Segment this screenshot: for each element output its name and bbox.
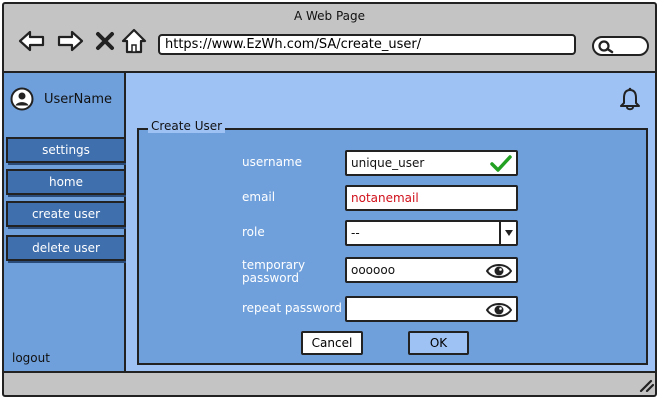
sidebar-item-home[interactable]: home xyxy=(6,169,126,195)
home-icon[interactable] xyxy=(119,26,149,56)
form-legend: Create User xyxy=(148,119,226,133)
eye-icon[interactable] xyxy=(486,262,512,280)
cancel-button[interactable]: Cancel xyxy=(301,331,363,355)
temporary-password-input[interactable]: oooooo xyxy=(345,257,518,283)
ok-button[interactable]: OK xyxy=(408,331,469,355)
chevron-down-icon[interactable] xyxy=(499,222,516,244)
temporary-password-label-line2: password xyxy=(242,271,299,285)
role-select[interactable]: -- xyxy=(345,220,518,246)
create-user-form: Create User username unique_user email n… xyxy=(137,119,648,365)
role-label: role xyxy=(242,225,265,239)
logout-link[interactable]: logout xyxy=(12,351,50,365)
main-content: Create User username unique_user email n… xyxy=(126,71,657,373)
back-arrow-icon[interactable] xyxy=(17,26,47,56)
sidebar: UserName settings home create user delet… xyxy=(2,71,126,373)
user-name: UserName xyxy=(44,91,112,107)
eye-icon[interactable] xyxy=(486,301,512,319)
repeat-password-label: repeat password xyxy=(242,301,342,315)
sidebar-item-delete-user[interactable]: delete user xyxy=(6,235,126,261)
user-avatar-icon xyxy=(10,87,34,111)
window-title: A Web Page xyxy=(293,9,366,23)
bell-icon[interactable] xyxy=(619,87,641,115)
search-box[interactable] xyxy=(592,36,649,56)
search-icon xyxy=(598,40,614,54)
username-input[interactable]: unique_user xyxy=(345,150,518,176)
role-value: -- xyxy=(351,226,360,240)
temporary-password-value: oooooo xyxy=(351,263,396,277)
temporary-password-label: temporary password xyxy=(242,259,305,285)
sidebar-item-create-user[interactable]: create user xyxy=(6,201,126,227)
close-icon[interactable] xyxy=(90,26,120,56)
resize-handle-icon[interactable] xyxy=(638,377,655,396)
repeat-password-input[interactable] xyxy=(345,296,518,322)
url-bar[interactable]: https://www.EzWh.com/SA/create_user/ xyxy=(158,34,576,55)
email-label: email xyxy=(242,190,276,204)
email-input[interactable]: notanemail xyxy=(345,185,518,211)
sidebar-item-settings[interactable]: settings xyxy=(6,137,126,163)
user-profile[interactable]: UserName xyxy=(10,87,112,111)
username-label: username xyxy=(242,155,302,169)
forward-arrow-icon[interactable] xyxy=(55,26,85,56)
username-value: unique_user xyxy=(351,156,425,170)
check-icon xyxy=(490,155,512,172)
